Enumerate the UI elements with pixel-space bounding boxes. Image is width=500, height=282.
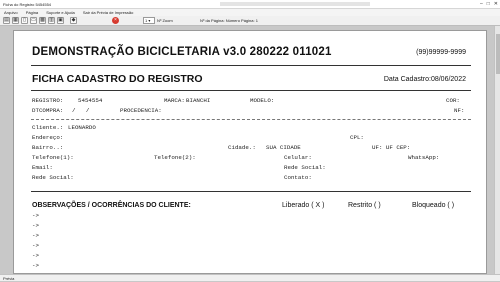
procedencia-label: PROCEDENCIA: [120,107,162,114]
marca-value: BIANCHI [186,97,211,104]
report-title: DEMONSTRAÇÃO BICICLETARIA v3.0 280222 01… [32,46,332,58]
obs-title: OBSERVAÇÕES / OCORRÊNCIAS DO CLIENTE: [32,202,191,209]
marca-label: MARCA: [164,97,185,104]
dtcompra-value: / / [72,107,90,114]
report-phone: (99)99999-9999 [416,49,466,56]
status-bloqueado: Bloqueado ( ) [412,202,455,209]
dtcompra-label: DTCOMPRA: [32,107,64,114]
vertical-scrollbar[interactable] [494,26,500,274]
status-liberado: Liberado ( X ) [282,202,325,209]
contato-label: Contato: [284,174,312,181]
single-page-icon[interactable]: ▯ [21,17,28,24]
navigate-icon[interactable]: ◆ [70,17,77,24]
cpl-label: CPL: [350,134,364,141]
two-pages-icon[interactable]: ▭ [30,17,37,24]
zoom-pages-icon[interactable]: ▣ [57,17,64,24]
cor-label: COR: [446,97,460,104]
rede-social-label: Rede Social: [32,174,74,181]
status-text: Prévia [3,276,15,281]
toolbar: ▤ ▦ ▯ ▭ ▩ ▥ ▣ ◆ × 1 ▾ Nº Zoom Nº da Pági… [0,16,500,26]
page-select[interactable]: 1 ▾ [143,17,155,24]
uf-cep-label: UF: UF CEP: [372,144,411,151]
cliente-value: LEONARDO [68,124,96,131]
menu-sair-previa[interactable]: Sair da Prévia de Impressão [83,10,133,15]
email-label: Email: [32,164,53,171]
telefone1-label: Telefone(1): [32,154,74,161]
stop-icon[interactable]: × [112,17,119,24]
window-controls: – □ ✕ [480,1,498,8]
blurred-title-area [220,2,370,6]
celular-label: Celular: [284,154,312,161]
divider [31,191,471,192]
telefone2-label: Telefone(2): [154,154,196,161]
page-setup-icon[interactable]: ▦ [12,17,19,24]
pages-label: Nº da Página: Número Página: 1 [200,18,258,23]
divider [31,65,471,66]
status-restrito: Restrito ( ) [348,202,381,209]
status-bar: Prévia [0,274,500,281]
maximize-icon[interactable]: □ [487,1,490,8]
cidade-label: Cidade.: [228,144,256,151]
print-preview-area[interactable]: DEMONSTRAÇÃO BICICLETARIA v3.0 280222 01… [0,26,500,274]
obs-line: -> [32,222,39,229]
whatsapp-label: WhatsApp: [408,154,440,161]
cidade-value: SUA CIDADE [266,144,301,151]
scrollbar-thumb[interactable] [496,34,500,74]
window-title: Ficha do Registro 5454554 [3,2,52,7]
page-select-value: 1 [145,18,148,23]
divider [31,90,471,91]
bairro-label: Bairro..: [32,144,64,151]
registro-value: 5454554 [78,97,103,104]
close-icon[interactable]: ✕ [494,1,498,8]
window-titlebar: Ficha do Registro 5454554 – □ ✕ [0,0,500,9]
obs-line: -> [32,252,39,259]
obs-line: -> [32,262,39,269]
modelo-label: MODELO: [250,97,275,104]
minimize-icon[interactable]: – [480,1,483,8]
menu-suporte[interactable]: Suporte e Ajuda [46,10,74,15]
four-pages-icon[interactable]: ▩ [39,17,46,24]
menu-bar: Arquivo Página Suporte e Ajuda Sair da P… [0,9,500,16]
zoom-label: Nº Zoom [157,18,173,23]
menu-arquivo[interactable]: Arquivo [4,10,18,15]
endereco-label: Endereço: [32,134,64,141]
rede-social-label: Rede Social: [284,164,326,171]
nf-label: NF: [454,107,465,114]
registro-label: REGISTRO: [32,97,64,104]
cliente-label: Cliente.: [32,124,64,131]
multi-pages-icon[interactable]: ▥ [48,17,55,24]
report-subtitle: FICHA CADASTRO DO REGISTRO [32,73,203,85]
report-date: Data Cadastro:08/06/2022 [383,76,466,83]
obs-line: -> [32,242,39,249]
obs-line: -> [32,232,39,239]
divider [31,119,471,120]
obs-line: -> [32,212,39,219]
report-page: DEMONSTRAÇÃO BICICLETARIA v3.0 280222 01… [13,30,487,274]
print-icon[interactable]: ▤ [3,17,10,24]
menu-pagina[interactable]: Página [26,10,38,15]
